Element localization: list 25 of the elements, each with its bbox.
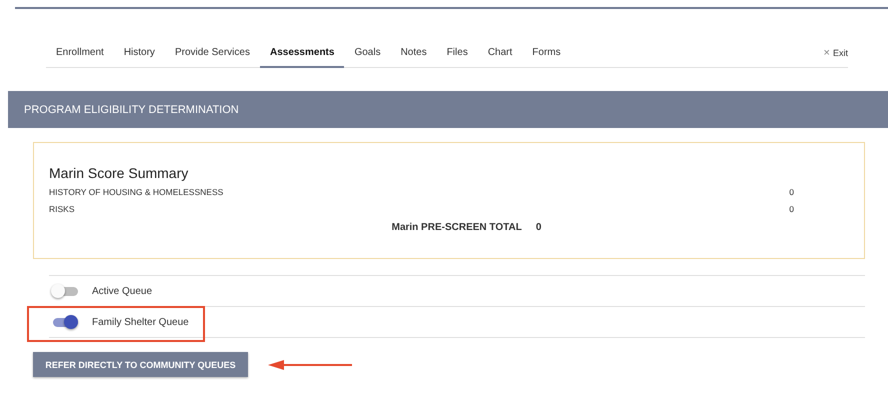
tab[interactable]: Files — [436, 47, 478, 68]
tab[interactable]: Provide Services — [164, 47, 260, 68]
tab[interactable]: History — [114, 47, 165, 68]
tab[interactable]: Notes — [390, 47, 437, 68]
score-value: 0 — [789, 203, 794, 216]
tab[interactable]: Assessments — [260, 47, 344, 68]
exit-link[interactable]: Exit — [832, 48, 848, 58]
tab[interactable]: Enrollment — [46, 47, 114, 68]
toggle-switch[interactable] — [53, 286, 78, 296]
close-icon[interactable]: × — [824, 47, 830, 59]
card-title: Marin Score Summary — [49, 165, 190, 181]
score-label: HISTORY OF HOUSING & HOMELESSNESS — [49, 186, 224, 199]
total-value: 0 — [536, 222, 542, 233]
tab[interactable]: Forms — [522, 47, 571, 68]
tab[interactable]: Goals — [344, 47, 391, 68]
refer-button[interactable]: REFER DIRECTLY TO COMMUNITY QUEUES — [33, 352, 248, 377]
section-title: PROGRAM ELIGIBILITY DETERMINATION — [24, 104, 239, 116]
total-label: Marin PRE-SCREEN TOTAL — [392, 222, 522, 233]
tab[interactable]: Chart — [478, 47, 522, 68]
toggle-label: Family Shelter Queue — [92, 316, 189, 328]
score-value: 0 — [789, 186, 794, 199]
score-label: RISKS — [49, 203, 75, 216]
arrow-icon — [268, 360, 352, 370]
toggle-switch[interactable] — [53, 318, 78, 326]
toggle-label: Active Queue — [92, 286, 152, 296]
